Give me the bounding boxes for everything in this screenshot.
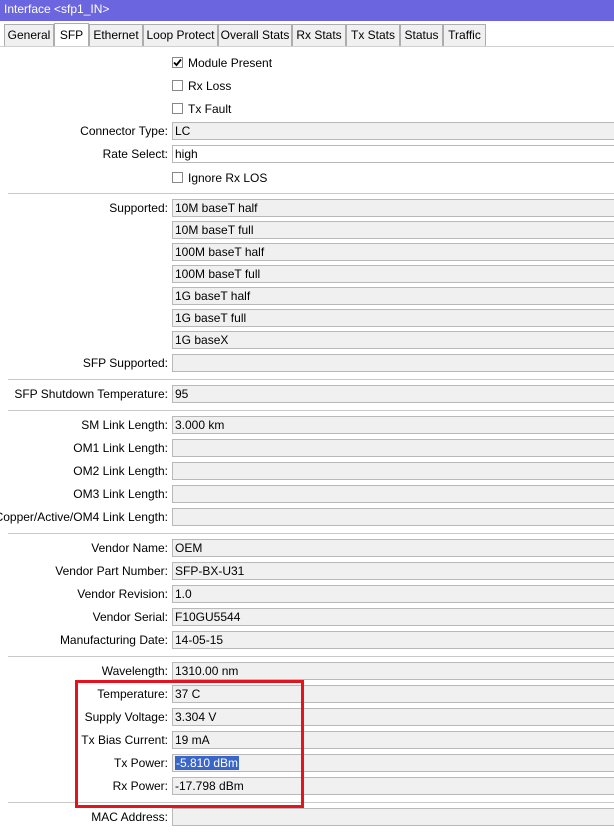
vendor-serial-field: F10GU5544 <box>172 608 614 626</box>
vendor-part-number-field: SFP-BX-U31 <box>172 562 614 580</box>
rx-power-label: Rx Power: <box>112 779 168 793</box>
checkbox-box[interactable] <box>172 172 183 183</box>
supported-value: 1G baseT full <box>172 309 614 327</box>
supported-label: Supported: <box>109 201 168 215</box>
copper-link-length-field <box>172 508 614 526</box>
tab-general[interactable]: General <box>4 24 54 46</box>
sfp-shutdown-temperature-field: 95 <box>172 385 614 403</box>
sm-link-length-label: SM Link Length: <box>81 418 168 432</box>
checkbox-label: Tx Fault <box>188 102 232 116</box>
supported-value: 10M baseT full <box>172 221 614 239</box>
wavelength-field: 1310.00 nm <box>172 662 614 680</box>
manufacturing-date-field: 14-05-15 <box>172 631 614 649</box>
tx-bias-current-label: Tx Bias Current: <box>81 733 168 747</box>
supply-voltage-field: 3.304 V <box>172 708 614 726</box>
sfp-supported-label: SFP Supported: <box>82 356 168 370</box>
vendor-revision-label: Vendor Revision: <box>77 587 168 601</box>
om1-link-length-label: OM1 Link Length: <box>73 441 168 455</box>
tab-tx-stats[interactable]: Tx Stats <box>346 24 400 46</box>
tab-sfp[interactable]: SFP <box>54 23 89 46</box>
tab-status[interactable]: Status <box>400 24 443 46</box>
supply-voltage-label: Supply Voltage: <box>84 710 168 724</box>
checkbox-label: Module Present <box>188 56 273 70</box>
mac-address-field <box>172 808 614 826</box>
manufacturing-date-label: Manufacturing Date: <box>59 633 168 647</box>
vendor-revision-field: 1.0 <box>172 585 614 603</box>
connector-type-label: Connector Type: <box>80 124 168 138</box>
wavelength-label: Wavelength: <box>101 664 168 678</box>
sfp-supported-field <box>172 354 614 372</box>
rate-select-label: Rate Select: <box>102 147 168 161</box>
sm-link-length-field: 3.000 km <box>172 416 614 434</box>
tab-rx-stats[interactable]: Rx Stats <box>292 24 346 46</box>
separator <box>8 533 614 534</box>
selected-text: -5.810 dBm <box>175 756 240 770</box>
vendor-name-label: Vendor Name: <box>91 541 168 555</box>
supported-value: 100M baseT half <box>172 243 614 261</box>
checkbox-box[interactable] <box>172 80 183 91</box>
separator <box>8 379 614 380</box>
separator <box>8 410 614 411</box>
om3-link-length-label: OM3 Link Length: <box>73 487 168 501</box>
checkbox-label: Ignore Rx LOS <box>188 171 268 185</box>
rx-power-field: -17.798 dBm <box>172 777 614 795</box>
tab-ethernet[interactable]: Ethernet <box>89 24 143 46</box>
vendor-part-number-label: Vendor Part Number: <box>55 564 168 578</box>
checkbox-label: Rx Loss <box>188 79 232 93</box>
tab-loop-protect[interactable]: Loop Protect <box>143 24 218 46</box>
vendor-serial-label: Vendor Serial: <box>92 610 168 624</box>
om2-link-length-label: OM2 Link Length: <box>73 464 168 478</box>
supported-value: 1G baseX <box>172 331 614 349</box>
mac-address-label: MAC Address: <box>91 810 168 824</box>
tab-traffic[interactable]: Traffic <box>443 24 486 46</box>
tx-bias-current-field: 19 mA <box>172 731 614 749</box>
om2-link-length-field <box>172 462 614 480</box>
tab-overall-stats[interactable]: Overall Stats <box>218 24 292 46</box>
om3-link-length-field <box>172 485 614 503</box>
separator <box>8 193 614 194</box>
om1-link-length-field <box>172 439 614 457</box>
vendor-name-field: OEM <box>172 539 614 557</box>
supported-value: 10M baseT half <box>172 199 614 217</box>
rate-select-field[interactable]: high <box>172 145 614 163</box>
tx-power-field[interactable]: -5.810 dBm <box>172 754 614 772</box>
connector-type-field: LC <box>172 122 614 140</box>
checkmark-icon <box>173 58 182 67</box>
temperature-label: Temperature: <box>97 687 168 701</box>
separator <box>8 802 614 803</box>
separator <box>8 656 614 657</box>
tx-power-label: Tx Power: <box>113 756 168 770</box>
checkbox-box[interactable] <box>172 103 183 114</box>
copper-link-length-label: Copper/Active/OM4 Link Length: <box>0 510 168 524</box>
temperature-field: 37 C <box>172 685 614 703</box>
tab-bar: General SFP Ethernet Loop Protect Overal… <box>0 23 614 46</box>
sfp-shutdown-temperature-label: SFP Shutdown Temperature: <box>14 387 168 401</box>
window-title: Interface <sfp1_IN> <box>0 0 614 21</box>
checkbox-box[interactable] <box>172 57 183 68</box>
supported-value: 100M baseT full <box>172 265 614 283</box>
supported-value: 1G baseT half <box>172 287 614 305</box>
